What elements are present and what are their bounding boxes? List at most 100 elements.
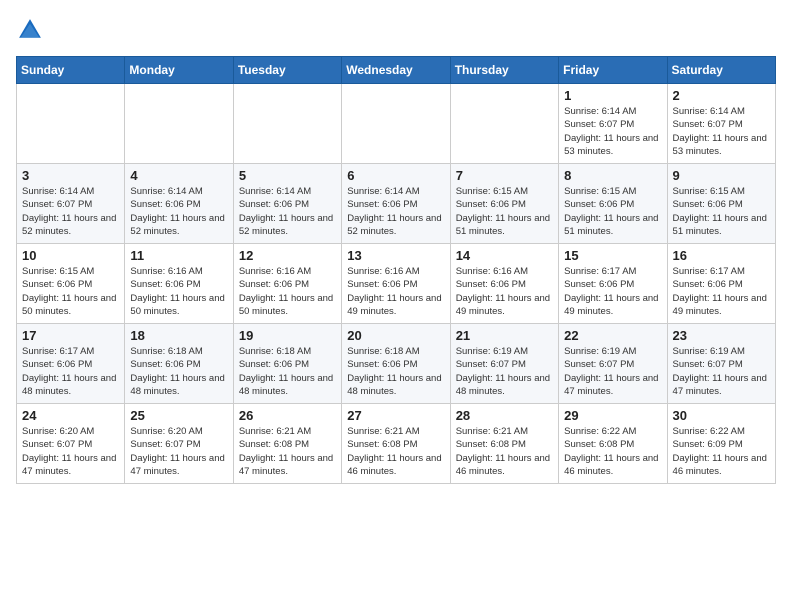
calendar-day-cell: 10 Sunrise: 6:15 AM Sunset: 6:06 PM Dayli… xyxy=(17,244,125,324)
day-number: 19 xyxy=(239,328,336,343)
day-number: 14 xyxy=(456,248,553,263)
day-number: 28 xyxy=(456,408,553,423)
day-info: Sunrise: 6:21 AM Sunset: 6:08 PM Dayligh… xyxy=(347,425,444,478)
calendar-header: SundayMondayTuesdayWednesdayThursdayFrid… xyxy=(17,57,776,84)
calendar-day-cell: 15 Sunrise: 6:17 AM Sunset: 6:06 PM Dayli… xyxy=(559,244,667,324)
calendar-day-cell xyxy=(450,84,558,164)
day-info: Sunrise: 6:18 AM Sunset: 6:06 PM Dayligh… xyxy=(239,345,336,398)
day-info: Sunrise: 6:22 AM Sunset: 6:09 PM Dayligh… xyxy=(673,425,770,478)
day-number: 8 xyxy=(564,168,661,183)
calendar-day-cell: 7 Sunrise: 6:15 AM Sunset: 6:06 PM Daylig… xyxy=(450,164,558,244)
day-number: 26 xyxy=(239,408,336,423)
calendar-day-cell: 19 Sunrise: 6:18 AM Sunset: 6:06 PM Dayli… xyxy=(233,324,341,404)
weekday-header: Saturday xyxy=(667,57,775,84)
calendar-day-cell xyxy=(342,84,450,164)
day-number: 5 xyxy=(239,168,336,183)
calendar-day-cell: 28 Sunrise: 6:21 AM Sunset: 6:08 PM Dayli… xyxy=(450,404,558,484)
day-info: Sunrise: 6:21 AM Sunset: 6:08 PM Dayligh… xyxy=(456,425,553,478)
calendar-day-cell xyxy=(17,84,125,164)
calendar-body: 1 Sunrise: 6:14 AM Sunset: 6:07 PM Daylig… xyxy=(17,84,776,484)
weekday-row: SundayMondayTuesdayWednesdayThursdayFrid… xyxy=(17,57,776,84)
day-number: 18 xyxy=(130,328,227,343)
day-number: 11 xyxy=(130,248,227,263)
calendar-day-cell: 16 Sunrise: 6:17 AM Sunset: 6:06 PM Dayli… xyxy=(667,244,775,324)
day-number: 25 xyxy=(130,408,227,423)
calendar-day-cell: 21 Sunrise: 6:19 AM Sunset: 6:07 PM Dayli… xyxy=(450,324,558,404)
weekday-header: Wednesday xyxy=(342,57,450,84)
day-number: 22 xyxy=(564,328,661,343)
calendar-day-cell: 6 Sunrise: 6:14 AM Sunset: 6:06 PM Daylig… xyxy=(342,164,450,244)
day-info: Sunrise: 6:16 AM Sunset: 6:06 PM Dayligh… xyxy=(456,265,553,318)
calendar-day-cell: 12 Sunrise: 6:16 AM Sunset: 6:06 PM Dayli… xyxy=(233,244,341,324)
logo-icon xyxy=(16,16,44,44)
calendar-week-row: 17Sunrise: 6:17 AM Sunset: 6:06 PM Dayli… xyxy=(17,324,776,404)
day-number: 15 xyxy=(564,248,661,263)
calendar-day-cell: 30 Sunrise: 6:22 AM Sunset: 6:09 PM Dayli… xyxy=(667,404,775,484)
day-info: Sunrise: 6:20 AM Sunset: 6:07 PM Dayligh… xyxy=(22,425,119,478)
day-number: 13 xyxy=(347,248,444,263)
calendar-day-cell: 29Sunrise: 6:22 AM Sunset: 6:08 PM Dayli… xyxy=(559,404,667,484)
day-number: 1 xyxy=(564,88,661,103)
calendar-table: SundayMondayTuesdayWednesdayThursdayFrid… xyxy=(16,56,776,484)
day-info: Sunrise: 6:16 AM Sunset: 6:06 PM Dayligh… xyxy=(239,265,336,318)
day-number: 3 xyxy=(22,168,119,183)
weekday-header: Thursday xyxy=(450,57,558,84)
day-number: 10 xyxy=(22,248,119,263)
calendar-week-row: 3 Sunrise: 6:14 AM Sunset: 6:07 PM Daylig… xyxy=(17,164,776,244)
calendar-day-cell: 17Sunrise: 6:17 AM Sunset: 6:06 PM Dayli… xyxy=(17,324,125,404)
day-info: Sunrise: 6:17 AM Sunset: 6:06 PM Dayligh… xyxy=(564,265,661,318)
day-number: 6 xyxy=(347,168,444,183)
calendar-week-row: 24 Sunrise: 6:20 AM Sunset: 6:07 PM Dayli… xyxy=(17,404,776,484)
day-info: Sunrise: 6:19 AM Sunset: 6:07 PM Dayligh… xyxy=(456,345,553,398)
day-number: 2 xyxy=(673,88,770,103)
day-info: Sunrise: 6:14 AM Sunset: 6:06 PM Dayligh… xyxy=(347,185,444,238)
day-number: 24 xyxy=(22,408,119,423)
calendar-day-cell: 22 Sunrise: 6:19 AM Sunset: 6:07 PM Dayli… xyxy=(559,324,667,404)
day-number: 27 xyxy=(347,408,444,423)
day-number: 30 xyxy=(673,408,770,423)
day-info: Sunrise: 6:18 AM Sunset: 6:06 PM Dayligh… xyxy=(130,345,227,398)
calendar-day-cell: 18 Sunrise: 6:18 AM Sunset: 6:06 PM Dayli… xyxy=(125,324,233,404)
calendar-day-cell: 13 Sunrise: 6:16 AM Sunset: 6:06 PM Dayli… xyxy=(342,244,450,324)
calendar-day-cell: 26 Sunrise: 6:21 AM Sunset: 6:08 PM Dayli… xyxy=(233,404,341,484)
calendar-day-cell: 4 Sunrise: 6:14 AM Sunset: 6:06 PM Daylig… xyxy=(125,164,233,244)
day-info: Sunrise: 6:15 AM Sunset: 6:06 PM Dayligh… xyxy=(22,265,119,318)
page-header xyxy=(16,16,776,44)
calendar-day-cell: 23Sunrise: 6:19 AM Sunset: 6:07 PM Dayli… xyxy=(667,324,775,404)
day-number: 12 xyxy=(239,248,336,263)
day-info: Sunrise: 6:18 AM Sunset: 6:06 PM Dayligh… xyxy=(347,345,444,398)
day-info: Sunrise: 6:15 AM Sunset: 6:06 PM Dayligh… xyxy=(673,185,770,238)
day-info: Sunrise: 6:19 AM Sunset: 6:07 PM Dayligh… xyxy=(564,345,661,398)
day-info: Sunrise: 6:14 AM Sunset: 6:07 PM Dayligh… xyxy=(22,185,119,238)
calendar-day-cell: 14 Sunrise: 6:16 AM Sunset: 6:06 PM Dayli… xyxy=(450,244,558,324)
day-info: Sunrise: 6:16 AM Sunset: 6:06 PM Dayligh… xyxy=(347,265,444,318)
weekday-header: Sunday xyxy=(17,57,125,84)
calendar-day-cell xyxy=(233,84,341,164)
day-info: Sunrise: 6:15 AM Sunset: 6:06 PM Dayligh… xyxy=(456,185,553,238)
day-info: Sunrise: 6:17 AM Sunset: 6:06 PM Dayligh… xyxy=(673,265,770,318)
day-number: 21 xyxy=(456,328,553,343)
day-number: 7 xyxy=(456,168,553,183)
day-info: Sunrise: 6:21 AM Sunset: 6:08 PM Dayligh… xyxy=(239,425,336,478)
day-info: Sunrise: 6:14 AM Sunset: 6:06 PM Dayligh… xyxy=(239,185,336,238)
calendar-day-cell: 20 Sunrise: 6:18 AM Sunset: 6:06 PM Dayli… xyxy=(342,324,450,404)
day-number: 20 xyxy=(347,328,444,343)
calendar-day-cell: 27 Sunrise: 6:21 AM Sunset: 6:08 PM Dayli… xyxy=(342,404,450,484)
day-number: 16 xyxy=(673,248,770,263)
day-number: 4 xyxy=(130,168,227,183)
calendar-day-cell: 5 Sunrise: 6:14 AM Sunset: 6:06 PM Daylig… xyxy=(233,164,341,244)
calendar-week-row: 1 Sunrise: 6:14 AM Sunset: 6:07 PM Daylig… xyxy=(17,84,776,164)
calendar-day-cell xyxy=(125,84,233,164)
day-number: 29 xyxy=(564,408,661,423)
calendar-day-cell: 8 Sunrise: 6:15 AM Sunset: 6:06 PM Daylig… xyxy=(559,164,667,244)
calendar-day-cell: 25Sunrise: 6:20 AM Sunset: 6:07 PM Dayli… xyxy=(125,404,233,484)
day-info: Sunrise: 6:14 AM Sunset: 6:07 PM Dayligh… xyxy=(673,105,770,158)
day-info: Sunrise: 6:16 AM Sunset: 6:06 PM Dayligh… xyxy=(130,265,227,318)
day-info: Sunrise: 6:19 AM Sunset: 6:07 PM Dayligh… xyxy=(673,345,770,398)
weekday-header: Friday xyxy=(559,57,667,84)
day-number: 17 xyxy=(22,328,119,343)
calendar-day-cell: 2 Sunrise: 6:14 AM Sunset: 6:07 PM Daylig… xyxy=(667,84,775,164)
calendar-day-cell: 24 Sunrise: 6:20 AM Sunset: 6:07 PM Dayli… xyxy=(17,404,125,484)
day-info: Sunrise: 6:15 AM Sunset: 6:06 PM Dayligh… xyxy=(564,185,661,238)
day-info: Sunrise: 6:14 AM Sunset: 6:06 PM Dayligh… xyxy=(130,185,227,238)
